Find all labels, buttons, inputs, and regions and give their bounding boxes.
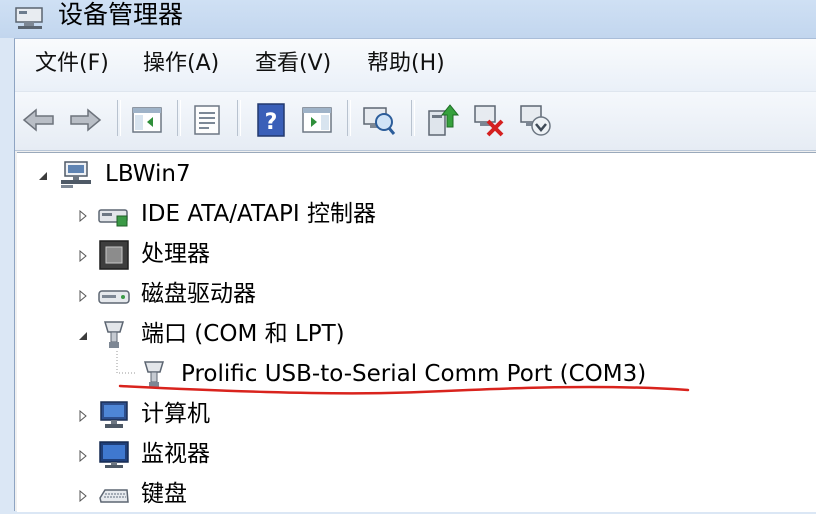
toolbar-separator	[117, 100, 121, 136]
expand-icon[interactable]	[77, 410, 89, 422]
tree-root-label: LBWin7	[105, 161, 191, 187]
toolbar-separator	[177, 100, 181, 136]
monitor-icon	[99, 441, 129, 468]
tree-item-label: Prolific USB-to-Serial Comm Port (COM3)	[181, 361, 647, 387]
serial-port-icon	[143, 361, 165, 388]
tree-item-label: 计算机	[141, 401, 210, 427]
toolbar-separator	[347, 100, 351, 136]
collapse-icon[interactable]	[37, 170, 49, 182]
forward-arrow-icon	[70, 108, 102, 132]
port-icon	[103, 321, 125, 348]
tree-item-label: 监视器	[141, 441, 210, 467]
back-button[interactable]	[19, 100, 59, 140]
tree-item-label: 处理器	[141, 241, 210, 267]
show-hide-console-tree-button[interactable]	[127, 100, 167, 140]
disable-device-button[interactable]	[515, 100, 555, 140]
window-title: 设备管理器	[58, 0, 184, 29]
uninstall-device-button[interactable]	[469, 100, 509, 140]
keyboard-icon	[99, 489, 129, 503]
properties-icon	[194, 105, 220, 135]
processor-icon	[99, 240, 129, 270]
menu-help[interactable]: 帮助(H)	[363, 49, 449, 79]
computer-network-icon	[61, 161, 91, 188]
update-driver-button[interactable]	[423, 100, 463, 140]
disable-device-icon	[520, 105, 551, 136]
title-bar: 设备管理器	[0, 0, 816, 38]
ide-controller-icon	[98, 209, 128, 227]
uninstall-device-icon	[474, 105, 504, 137]
tree-item-label: 磁盘驱动器	[141, 281, 256, 307]
show-hide-action-pane-button[interactable]	[297, 100, 337, 140]
expand-icon[interactable]	[77, 210, 89, 222]
device-manager-window: 文件(F) 操作(A) 查看(V) 帮助(H) ? LBWin7 IDE ATA…	[14, 38, 816, 512]
tree-connector	[116, 351, 135, 374]
device-manager-icon	[15, 7, 43, 29]
show-hide-console-tree-icon	[132, 107, 162, 133]
update-driver-icon	[428, 104, 460, 136]
show-hide-action-pane-icon	[302, 107, 332, 133]
toolbar-separator	[411, 100, 415, 136]
expand-icon[interactable]	[77, 290, 89, 302]
scan-hardware-changes-button[interactable]	[359, 100, 399, 140]
menu-action[interactable]: 操作(A)	[139, 49, 223, 79]
toolbar: ?	[15, 92, 816, 151]
tree-item-label: 键盘	[141, 481, 187, 507]
collapse-icon[interactable]	[77, 330, 89, 342]
expand-icon[interactable]	[77, 490, 89, 502]
disk-drive-icon	[98, 290, 130, 304]
computer-icon	[100, 401, 128, 428]
tree-item-label: 端口 (COM 和 LPT)	[141, 321, 345, 347]
toolbar-separator	[237, 100, 241, 136]
expand-icon[interactable]	[77, 250, 89, 262]
menu-file[interactable]: 文件(F)	[31, 49, 113, 79]
menu-bar: 文件(F) 操作(A) 查看(V) 帮助(H)	[15, 39, 816, 92]
svg-text:?: ?	[265, 110, 278, 135]
help-button[interactable]: ?	[251, 100, 291, 140]
tree-item-label: IDE ATA/ATAPI 控制器	[141, 201, 376, 227]
device-tree: LBWin7 IDE ATA/ATAPI 控制器 处理器 磁盘驱动器 端口 (C…	[17, 152, 816, 512]
expand-icon[interactable]	[77, 450, 89, 462]
forward-button[interactable]	[65, 100, 105, 140]
properties-button[interactable]	[187, 100, 227, 140]
scan-hardware-changes-icon	[363, 107, 396, 135]
menu-view[interactable]: 查看(V)	[251, 49, 335, 79]
help-icon: ?	[257, 103, 285, 137]
back-arrow-icon	[22, 108, 54, 132]
